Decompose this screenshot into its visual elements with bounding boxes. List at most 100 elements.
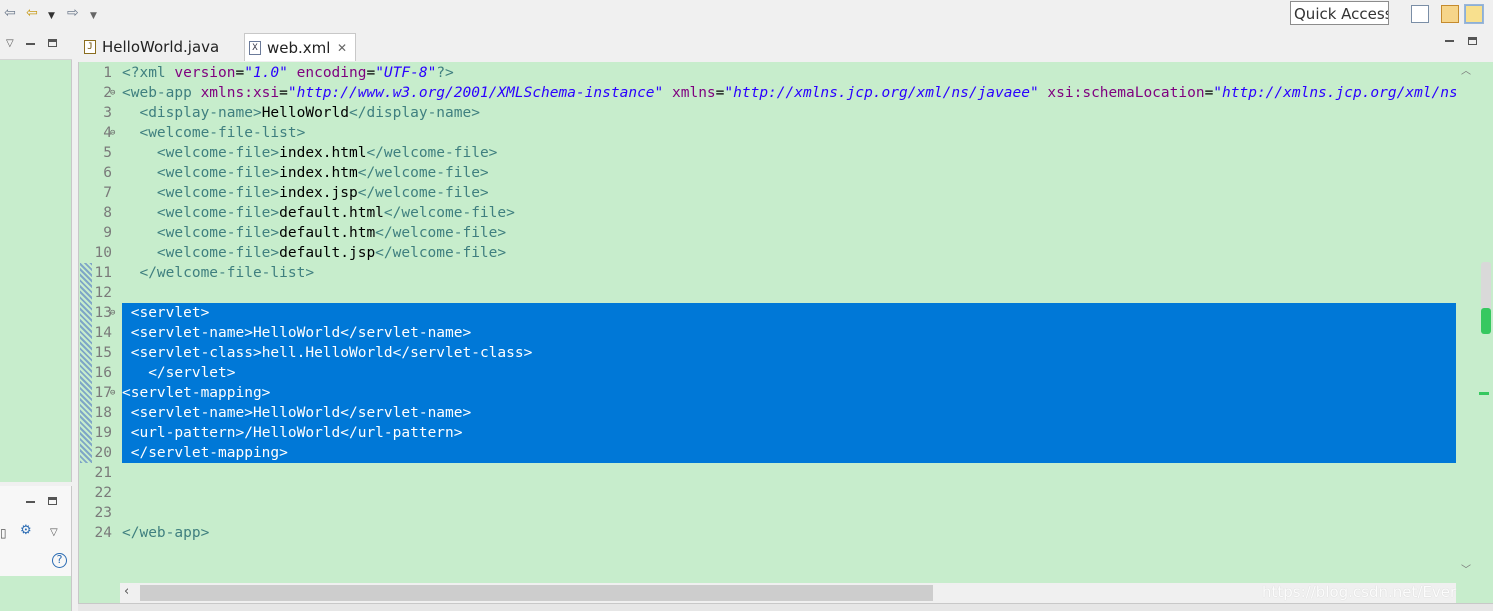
code-token: xmlns:xsi xyxy=(200,85,280,101)
code-line[interactable] xyxy=(122,503,1456,523)
code-line[interactable]: <welcome-file>default.html</welcome-file… xyxy=(122,203,1456,223)
code-line[interactable]: <web-app xmlns:xsi="http://www.w3.org/20… xyxy=(122,83,1456,103)
code-line[interactable]: </welcome-file-list> xyxy=(122,263,1456,283)
code-token: index.htm xyxy=(279,165,358,181)
code-token: <welcome-file> xyxy=(156,145,280,161)
code-token: "http://www.w3.org/2001/XMLSchema-instan… xyxy=(287,85,664,101)
editor-maximize-icon[interactable] xyxy=(1468,37,1477,45)
run-config-icon[interactable]: ⚙ xyxy=(20,524,32,537)
scroll-up-icon[interactable]: ︿ xyxy=(1461,67,1471,77)
back-dropdown-icon[interactable]: ▼ xyxy=(48,8,55,24)
code-line[interactable] xyxy=(122,283,1456,303)
code-token: </display-name> xyxy=(349,105,480,121)
forward-dropdown-icon[interactable]: ▼ xyxy=(90,8,97,24)
code-line[interactable] xyxy=(122,483,1456,503)
line-number: 6 xyxy=(103,165,112,181)
code-line[interactable]: <welcome-file>default.htm</welcome-file> xyxy=(122,223,1456,243)
quick-access-input[interactable]: Quick Access xyxy=(1290,1,1389,25)
line-number: 4 xyxy=(103,125,112,141)
code-line[interactable]: <welcome-file>index.html</welcome-file> xyxy=(122,143,1456,163)
code-token: HelloWorld xyxy=(252,405,341,421)
code-line[interactable]: <display-name>HelloWorld</display-name> xyxy=(122,103,1456,123)
line-number: 18 xyxy=(94,405,112,421)
watermark: https://blog.csdn.net/Ever xyxy=(1262,583,1457,601)
view-menu-icon[interactable]: ▽ xyxy=(50,528,58,538)
line-number: 19 xyxy=(94,425,112,441)
open-perspective-icon[interactable] xyxy=(1411,5,1429,23)
help-icon[interactable]: ? xyxy=(52,553,67,568)
line-number: 8 xyxy=(103,205,112,221)
close-tab-icon[interactable]: ✕ xyxy=(337,34,347,62)
code-token: </url-pattern> xyxy=(340,425,463,441)
line-number: 12 xyxy=(94,285,112,301)
left-view-top-header: ▽ xyxy=(0,30,72,60)
code-line[interactable]: </servlet> xyxy=(122,363,1456,383)
line-number: 23 xyxy=(94,505,112,521)
horizontal-scroll-thumb[interactable] xyxy=(140,585,933,601)
code-token: <welcome-file> xyxy=(156,225,280,241)
java-file-icon: J xyxy=(84,40,96,54)
scroll-down-icon[interactable]: ﹀ xyxy=(1461,566,1471,576)
code-token: </welcome-file> xyxy=(366,145,498,161)
fold-toggle-icon[interactable]: ⊖ xyxy=(110,383,115,403)
code-line[interactable]: <servlet-name>HelloWorld</servlet-name> xyxy=(122,403,1456,423)
minimize-icon[interactable] xyxy=(26,43,35,45)
code-token: </web-app> xyxy=(122,525,210,541)
code-line[interactable]: </servlet-mapping> xyxy=(122,443,1456,463)
toolbar-edge-icon[interactable]: ▯ xyxy=(0,527,7,539)
scroll-left-icon[interactable]: ‹ xyxy=(124,584,129,599)
overview-ruler-marker[interactable] xyxy=(1479,392,1489,395)
editor-minimize-icon[interactable] xyxy=(1445,40,1454,42)
overview-ruler-visible-range[interactable] xyxy=(1481,308,1491,334)
main-toolbar: ⇦ ⇦ ▼ ⇨ ▼ Quick Access xyxy=(0,0,1493,30)
code-line[interactable]: <servlet-name>HelloWorld</servlet-name> xyxy=(122,323,1456,343)
code-line[interactable]: <servlet> xyxy=(122,303,1456,323)
vertical-scrollbar[interactable]: ︿ ﹀ xyxy=(1456,63,1476,583)
code-line[interactable]: <welcome-file-list> xyxy=(122,123,1456,143)
code-line[interactable]: <welcome-file>index.jsp</welcome-file> xyxy=(122,183,1456,203)
code-line[interactable]: <servlet-class>hell.HelloWorld</servlet-… xyxy=(122,343,1456,363)
java-perspective-icon[interactable] xyxy=(1464,4,1484,24)
code-token: <welcome-file> xyxy=(156,205,280,221)
back-icon[interactable]: ⇦ xyxy=(26,5,38,21)
maximize-icon[interactable] xyxy=(48,39,57,47)
fold-toggle-icon[interactable]: ⊖ xyxy=(110,83,115,103)
code-token: <welcome-file> xyxy=(156,165,280,181)
code-token: </welcome-file> xyxy=(357,165,489,181)
code-token: </welcome-file> xyxy=(375,225,507,241)
code-line[interactable]: <servlet-mapping> xyxy=(122,383,1456,403)
code-token: </welcome-file> xyxy=(383,205,515,221)
fold-toggle-icon[interactable]: ⊖ xyxy=(110,303,115,323)
view-menu-icon[interactable]: ▽ xyxy=(6,39,14,49)
code-token: default.htm xyxy=(279,225,376,241)
code-token: xmlns xyxy=(672,85,716,101)
forward-icon[interactable]: ⇨ xyxy=(67,5,79,21)
code-token: = xyxy=(366,65,376,81)
java-ee-perspective-icon[interactable] xyxy=(1441,5,1459,23)
code-token: <welcome-file-list> xyxy=(139,125,306,141)
tab-helloworld-java[interactable]: J HelloWorld.java xyxy=(80,33,240,61)
fold-toggle-icon[interactable]: ⊖ xyxy=(110,123,115,143)
code-line[interactable]: <welcome-file>default.jsp</welcome-file> xyxy=(122,243,1456,263)
code-token: = xyxy=(235,65,245,81)
maximize-icon[interactable] xyxy=(48,497,57,505)
code-token: <display-name> xyxy=(139,105,262,121)
code-token: "UTF-8" xyxy=(375,65,437,81)
code-token: "http://xmlns.jcp.org/xml/ns/javaee http… xyxy=(1213,85,1456,101)
code-token: /HelloWorld xyxy=(244,425,341,441)
code-line[interactable]: <welcome-file>index.htm</welcome-file> xyxy=(122,163,1456,183)
code-line[interactable] xyxy=(122,463,1456,483)
back-disabled-icon[interactable]: ⇦ xyxy=(4,5,16,21)
tab-web-xml[interactable]: X web.xml ✕ xyxy=(244,33,356,61)
code-line[interactable]: <url-pattern>/HelloWorld</url-pattern> xyxy=(122,423,1456,443)
code-token: <url-pattern> xyxy=(130,425,245,441)
minimize-icon[interactable] xyxy=(26,501,35,503)
code-line[interactable]: </web-app> xyxy=(122,523,1456,543)
line-number: 17 xyxy=(94,385,112,401)
code-line[interactable]: <?xml version="1.0" encoding="UTF-8"?> xyxy=(122,63,1456,83)
